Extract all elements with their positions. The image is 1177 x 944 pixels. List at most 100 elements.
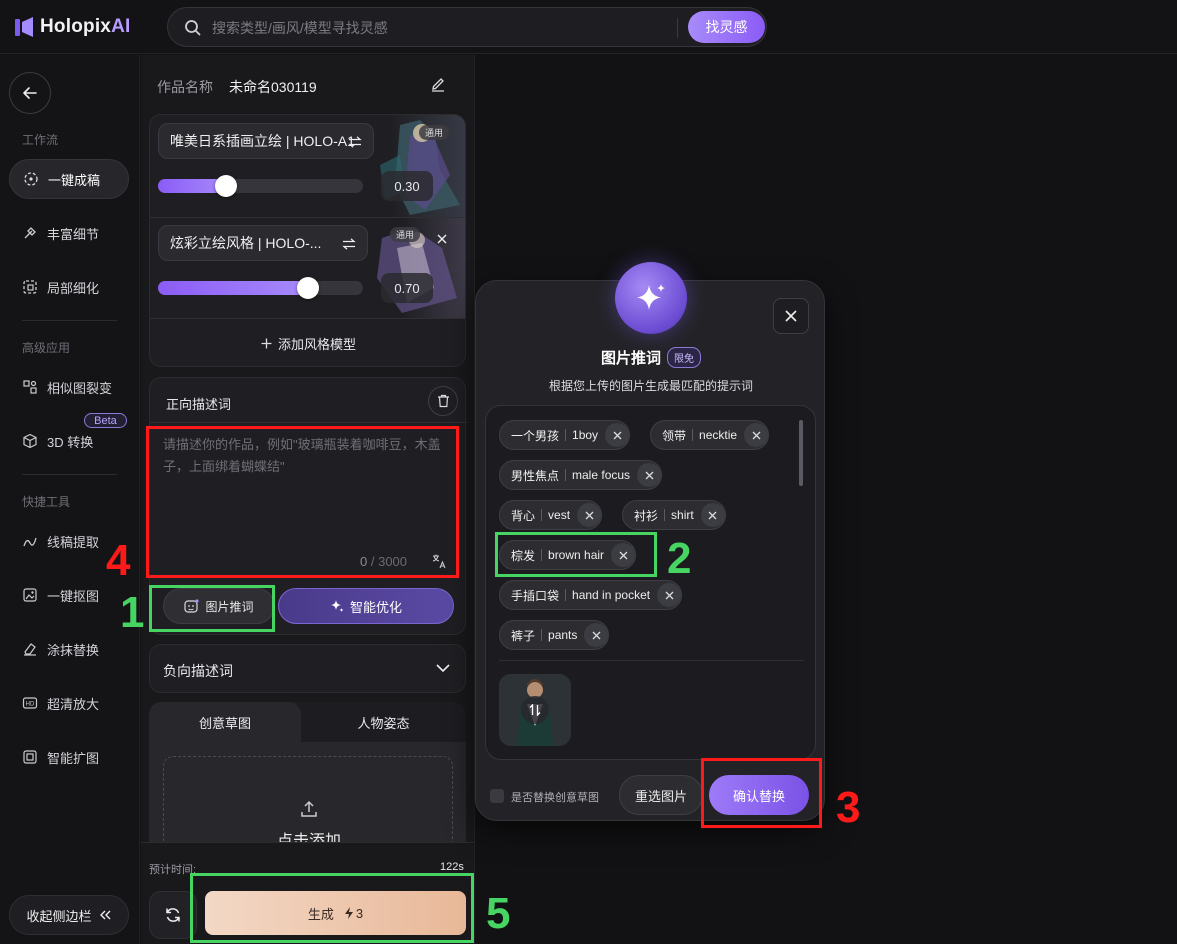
image-cutout-icon [23,588,37,602]
collapse-sidebar-button[interactable]: 收起侧边栏 [9,895,129,935]
search-input[interactable] [212,17,672,39]
svg-text:HD: HD [26,702,35,708]
annotation-number-4: 4 [106,536,131,585]
close-icon [645,471,654,479]
sidebar-divider [22,474,117,475]
model-weight-slider-1[interactable] [158,175,363,197]
sidebar-item-one-click[interactable]: 一键成稿 [9,159,129,199]
back-button[interactable] [9,72,51,114]
replace-image-button[interactable] [521,696,549,724]
replace-sketch-label: 是否替换创意草图 [511,792,599,804]
expand-icon [23,750,37,764]
sidebar-item-label: 智能扩图 [47,750,100,766]
estimate-label: 预计时间: [149,864,197,876]
sidebar-item-3d[interactable]: 3D 转换 [9,421,129,461]
sidebar-item-label: 3D 转换 [47,434,94,450]
negative-prompt-title: 负向描述词 [163,663,233,679]
close-icon [785,310,797,322]
search-separator [677,18,678,38]
sidebar-item-label: 线稿提取 [47,534,100,550]
slider-handle[interactable] [214,175,237,197]
style-models-card: 唯美日系插画立绘 | HOLO-A1 通用 0.30 炫彩立绘风格 | HOLO… [149,114,466,367]
refresh-icon [166,908,180,922]
slider-handle[interactable] [296,277,319,299]
annotation-number-5: 5 [486,889,511,938]
smart-optimize-button[interactable]: 智能优化 [278,588,454,624]
sidebar-item-label: 一键抠图 [47,588,100,604]
sidebar-item-local-refine[interactable]: 局部细化 [9,267,129,307]
trash-icon [437,394,449,408]
remove-tag-button[interactable] [584,623,609,647]
model-weight-value-1[interactable]: 0.30 [381,171,433,201]
tag-chip: 领带 necktie [650,420,770,450]
reselect-image-button[interactable]: 重选图片 [619,775,703,815]
double-chevron-left-icon [99,910,110,920]
remove-tag-button[interactable] [637,463,662,487]
remove-tag-button[interactable] [700,503,725,527]
edit-icon[interactable] [430,76,446,92]
sidebar-item-inpaint[interactable]: 涂抹替换 [9,629,129,669]
positive-prompt-title: 正向描述词 [166,397,232,412]
split-icon [23,380,37,394]
general-tag: 通用 [390,227,421,242]
sidebar-item-outpaint[interactable]: 智能扩图 [9,737,129,777]
remove-tag-button[interactable] [744,423,769,447]
tag-chip: 男性焦点 male focus [499,460,663,490]
uploaded-image-thumbnail[interactable] [499,674,571,746]
cube-icon [23,433,37,449]
work-name: 未命名030119 [229,79,317,95]
plus-icon [261,338,272,349]
model-selector-1[interactable]: 唯美日系插画立绘 | HOLO-A1 [158,123,374,159]
annotation-box-4 [146,426,459,578]
annotation-box-3 [701,758,822,828]
model-name: 唯美日系插画立绘 | HOLO-A1 [170,133,355,149]
hd-icon: HD [22,697,38,709]
pen-line-icon [23,537,37,547]
sidebar-divider [22,320,117,321]
replace-sketch-checkbox[interactable] [490,789,504,803]
smart-optimize-label: 智能优化 [349,599,402,615]
negative-prompt-card[interactable]: 负向描述词 [149,644,466,693]
upload-icon [301,800,317,817]
tab-pose[interactable]: 人物姿态 [301,702,466,742]
remove-tag-button[interactable] [577,503,602,527]
close-icon [708,511,717,519]
sparkle-circle-icon [24,172,38,186]
sidebar-item-label: 一键成稿 [48,172,101,188]
sidebar-item-label: 超清放大 [47,696,100,712]
sparkle-icon [330,600,344,612]
tag-chip: 背心 vest [499,500,603,530]
close-icon [752,431,761,439]
sidebar: 工作流 一键成稿 丰富细节 局部细化 高级应用 相似图裂变 Beta 3D 转换… [0,55,140,944]
annotation-number-1: 1 [120,588,145,637]
close-icon[interactable] [437,234,447,244]
annotation-box-2 [495,532,657,577]
close-icon [613,431,622,439]
slider-fill [158,281,310,295]
clear-prompt-button[interactable] [428,386,458,416]
section-workflow: 工作流 [22,133,59,147]
sidebar-item-similar[interactable]: 相似图裂变 [9,367,129,407]
sidebar-item-enrich[interactable]: 丰富细节 [9,213,129,253]
tags-scrollbar[interactable] [799,420,803,486]
tags-panel: 一个男孩 1boy 领带 necktie 男性焦点 male focus 背心 vest… [485,405,816,760]
estimate-value: 122s [440,861,464,873]
dialog-sparkle-badge [615,262,687,334]
prompt-divider [150,422,467,423]
model-selector-2[interactable]: 炫彩立绘风格 | HOLO-... [158,225,368,261]
find-inspiration-button[interactable]: 找灵感 [688,11,765,43]
model-weight-slider-2[interactable] [158,277,363,299]
remove-tag-button[interactable] [657,583,682,607]
dialog-close-button[interactable] [773,298,809,334]
tag-chip: 衬衫 shirt [622,500,726,530]
remove-tag-button[interactable] [605,423,630,447]
app-logo[interactable]: HolopixAI [14,14,130,40]
add-style-model-button[interactable]: 添加风格模型 [150,319,465,366]
swap-icon[interactable] [348,136,362,148]
tag-chip: 一个男孩 1boy [499,420,631,450]
model-weight-value-2[interactable]: 0.70 [381,273,433,303]
eraser-icon [24,643,36,656]
tab-sketch[interactable]: 创意草图 [149,702,301,742]
swap-icon[interactable] [342,238,356,250]
sidebar-item-upscale[interactable]: HD 超清放大 [9,683,129,723]
